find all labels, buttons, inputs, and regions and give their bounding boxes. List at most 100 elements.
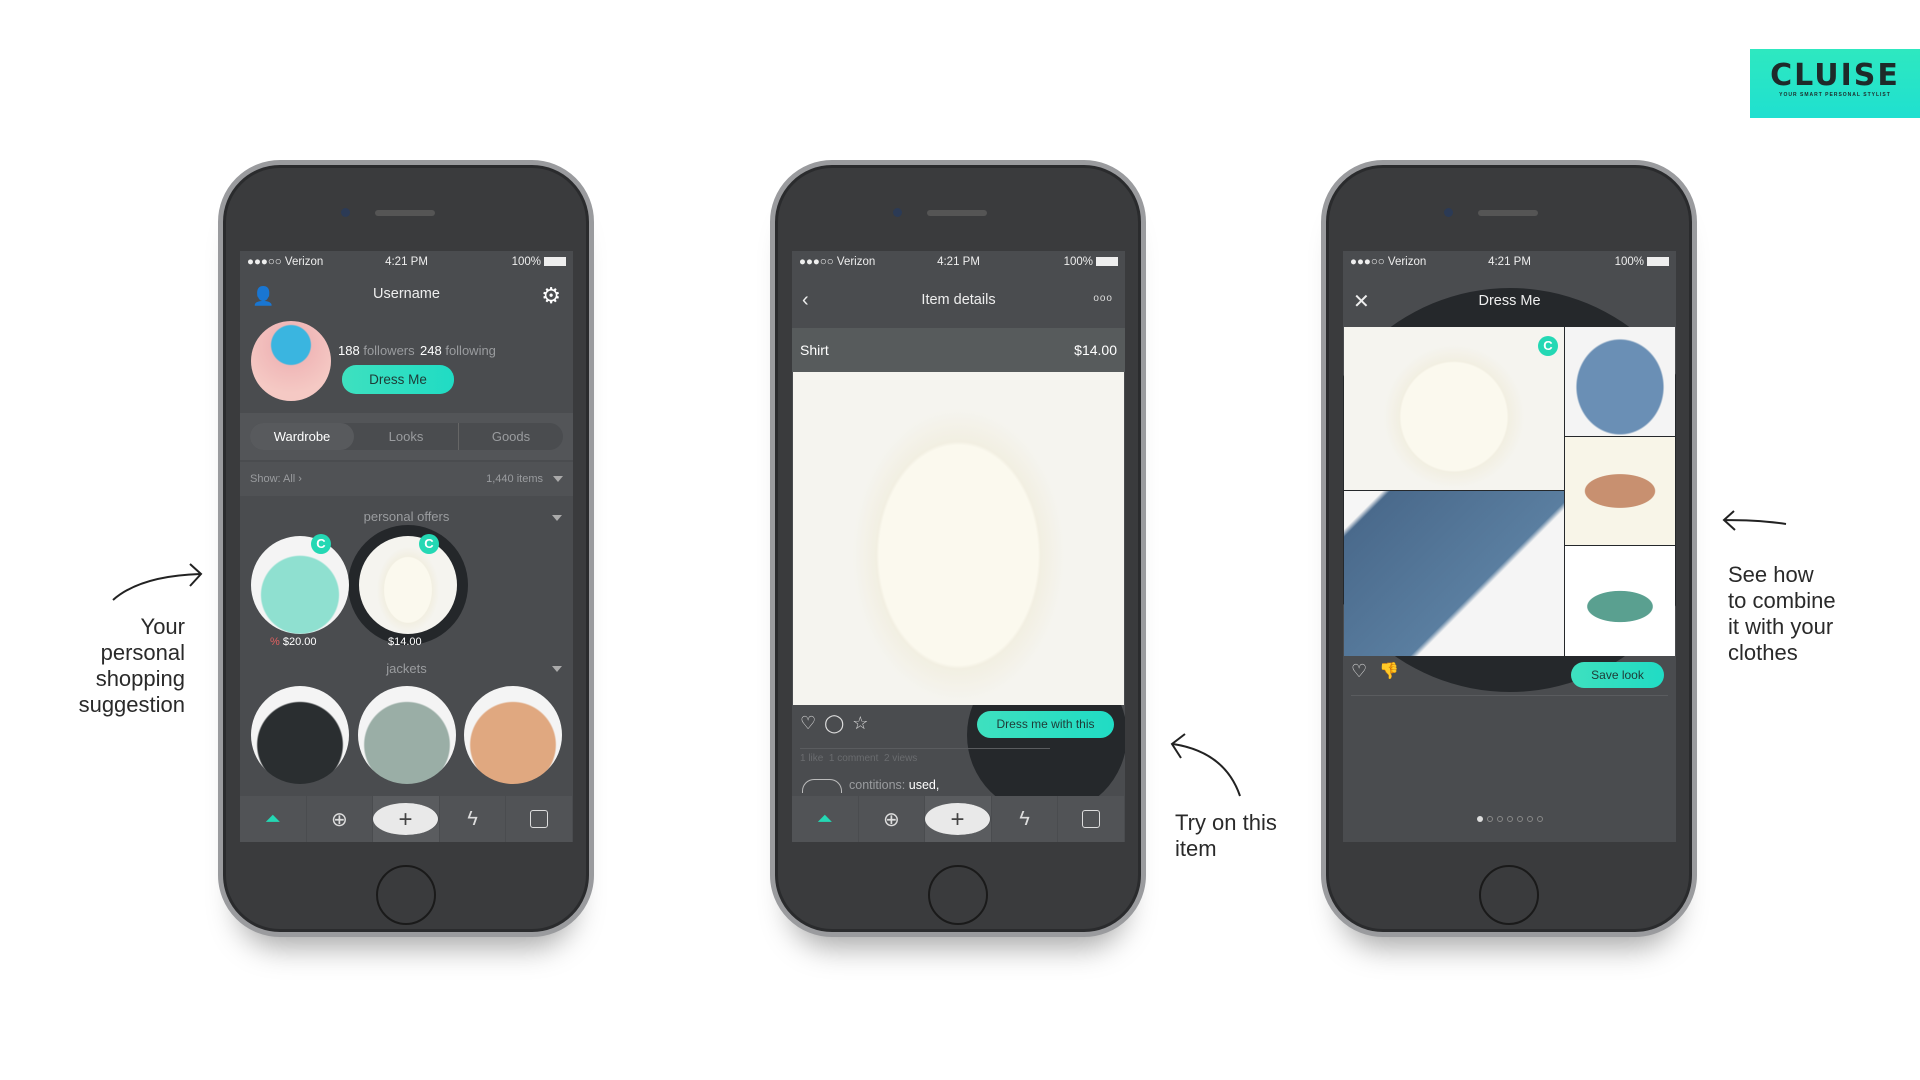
look-jeans[interactable] [1344, 491, 1564, 656]
look-belt[interactable] [1565, 437, 1675, 545]
look-jacket[interactable] [1565, 327, 1675, 436]
page-indicator[interactable] [1343, 816, 1676, 822]
home-button[interactable] [928, 865, 988, 925]
divider [1351, 695, 1668, 696]
page-dot[interactable] [1536, 816, 1543, 822]
battery-icon [1096, 257, 1118, 266]
page-dot[interactable] [1506, 816, 1513, 822]
page-dot[interactable] [1486, 816, 1493, 822]
logo-name: CLUISE [1770, 58, 1900, 93]
lightning-icon: ϟ [1019, 807, 1030, 830]
hanger-icon: ⏶ [264, 807, 281, 830]
page-title: Item details [921, 292, 996, 308]
annotation-line: clothes [1728, 640, 1798, 665]
tab-shop[interactable] [506, 796, 573, 842]
cluise-badge: C [311, 534, 331, 554]
star-icon[interactable]: ☆ [852, 713, 876, 733]
phone-profile: ●●●○○ Verizon 4:21 PM 100% 👤 Username ⚙ … [218, 160, 594, 937]
offer-item-1[interactable] [251, 536, 349, 634]
bag-icon [530, 810, 549, 828]
offer-item-2[interactable] [359, 536, 457, 634]
dress-me-screen: ●●●○○ Verizon 4:21 PM 100% ✕ Dress Me C … [1343, 251, 1676, 842]
tab-wardrobe-hanger[interactable]: ⏶ [240, 796, 307, 842]
tab-explore[interactable]: ⊕ [859, 796, 926, 842]
home-button[interactable] [1479, 865, 1539, 925]
page-dot[interactable] [1516, 816, 1523, 822]
offer-price-2: $14.00 [388, 636, 422, 648]
annotation-line: Your [140, 614, 185, 639]
collapse-icon[interactable] [552, 666, 562, 672]
speaker [927, 210, 987, 216]
status-bar: ●●●○○ Verizon 4:21 PM 100% [1343, 256, 1676, 274]
thumbs-down-icon[interactable]: 👎 [1379, 661, 1399, 681]
tab-explore[interactable]: ⊕ [307, 796, 374, 842]
shirt-icon [802, 779, 842, 793]
bag-icon [1082, 810, 1101, 828]
tab-bar: ⏶ ⊕ + ϟ [792, 796, 1125, 842]
profile-screen: ●●●○○ Verizon 4:21 PM 100% 👤 Username ⚙ … [240, 251, 573, 842]
jacket-item-1[interactable] [251, 686, 349, 784]
jacket-item-2[interactable] [358, 686, 456, 784]
battery: 100% [512, 256, 566, 268]
filter-row: Show: All › 1,440 items [240, 462, 573, 496]
followers[interactable]: 188 followers [338, 343, 415, 358]
tabs-band: Wardrobe Looks Goods [240, 413, 573, 460]
look-top[interactable] [1344, 327, 1564, 490]
annotation-middle: Try on this item [1175, 810, 1277, 862]
status-bar: ●●●○○ Verizon 4:21 PM 100% [240, 256, 573, 274]
battery: 100% [1064, 256, 1118, 268]
globe-icon: ⊕ [331, 808, 348, 831]
annotation-line: item [1175, 836, 1217, 861]
tab-add[interactable]: + [373, 796, 440, 842]
tab-wardrobe[interactable]: Wardrobe [250, 423, 354, 450]
camera [893, 208, 902, 217]
globe-icon: ⊕ [883, 808, 900, 831]
page-dot[interactable] [1526, 816, 1533, 822]
collapse-icon[interactable] [552, 515, 562, 521]
phone-item-details: ●●●○○ Verizon 4:21 PM 100% ‹ Item detail… [770, 160, 1146, 937]
gear-icon[interactable]: ⚙ [541, 283, 561, 309]
jacket-item-3[interactable] [464, 686, 562, 784]
dropdown-icon[interactable] [553, 476, 563, 482]
tab-wardrobe-hanger[interactable]: ⏶ [792, 796, 859, 842]
show-filter[interactable]: Show: All › [250, 473, 302, 485]
page-dot[interactable] [1496, 816, 1503, 822]
annotation-line: suggestion [78, 692, 185, 717]
page-title: Username [373, 286, 440, 302]
tab-shop[interactable] [1058, 796, 1125, 842]
tab-goods[interactable]: Goods [458, 423, 563, 450]
comment-icon[interactable]: ◯ [824, 713, 852, 733]
tab-looks[interactable]: Looks [354, 423, 458, 450]
page-title: Dress Me [1478, 293, 1541, 309]
heart-icon[interactable]: ♡ [1351, 661, 1367, 682]
annotation-line: to combine [1728, 588, 1836, 613]
annotation-line: Try on this [1175, 810, 1277, 835]
page-dot[interactable] [1476, 816, 1483, 822]
annotation-line: personal [100, 640, 185, 665]
hanger-icon: ⏶ [816, 807, 833, 830]
item-details-screen: ●●●○○ Verizon 4:21 PM 100% ‹ Item detail… [792, 251, 1125, 842]
annotation-line: it with your [1728, 614, 1834, 639]
annotation-right: See how to combine it with your clothes [1728, 562, 1836, 666]
item-photo[interactable] [793, 372, 1124, 705]
dress-me-button[interactable]: Dress Me [342, 365, 454, 394]
item-actions: ♡◯☆ [800, 713, 876, 734]
camera [341, 208, 350, 217]
tab-activity[interactable]: ϟ [992, 796, 1059, 842]
tab-add[interactable]: + [925, 796, 992, 842]
section-jackets: jackets [386, 661, 427, 676]
more-icon[interactable]: ooo [1093, 293, 1113, 304]
dress-me-with-this-button[interactable]: Dress me with this [977, 711, 1114, 738]
avatar[interactable] [251, 321, 331, 401]
annotation-line: shopping [95, 666, 185, 691]
tab-activity[interactable]: ϟ [440, 796, 507, 842]
heart-icon[interactable]: ♡ [800, 713, 824, 733]
divider [800, 748, 1050, 749]
save-look-button[interactable]: Save look [1571, 662, 1664, 688]
following[interactable]: 248 following [420, 343, 496, 358]
look-shoes[interactable] [1565, 546, 1675, 656]
plus-icon: + [373, 803, 439, 835]
home-button[interactable] [376, 865, 436, 925]
speaker [1478, 210, 1538, 216]
annotation-left: Your personal shopping suggestion [40, 614, 185, 718]
